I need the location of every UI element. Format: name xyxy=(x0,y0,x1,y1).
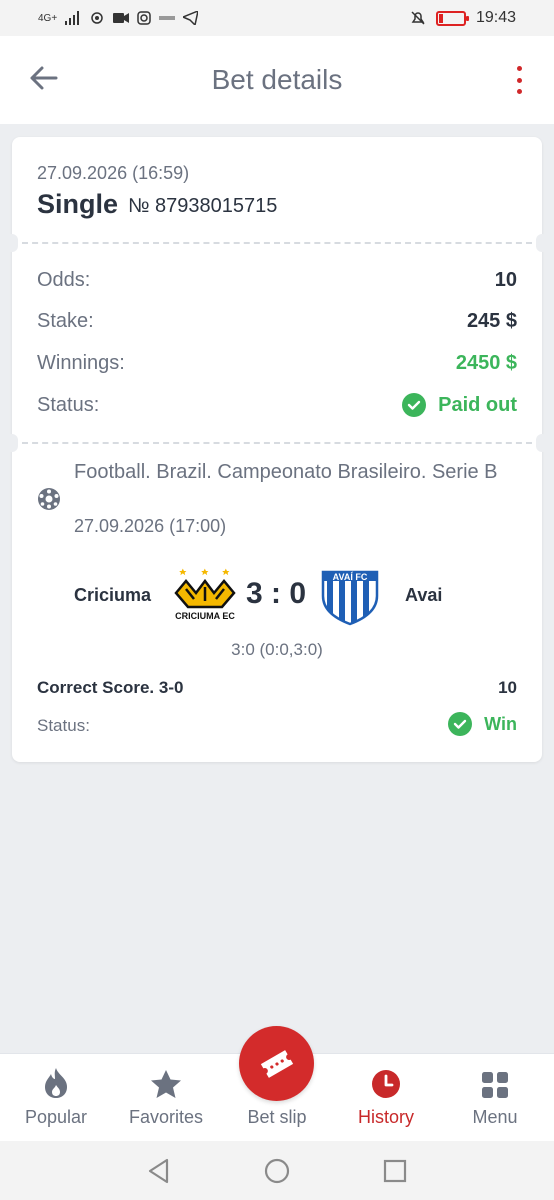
bet-status-row: Status: Paid out xyxy=(37,393,517,417)
more-dot-icon xyxy=(516,89,522,94)
grid-icon xyxy=(482,1072,508,1098)
more-dot-icon xyxy=(516,66,522,71)
event-datetime: 27.09.2026 (17:00) xyxy=(74,516,227,536)
more-dot-icon xyxy=(516,77,522,83)
nav-popular[interactable]: Popular xyxy=(1,1054,111,1142)
odds-value: 10 xyxy=(494,269,517,291)
mute-bell-icon xyxy=(411,11,425,25)
nav-popular-label: Popular xyxy=(24,1107,88,1127)
nav-bet-slip-label: Bet slip xyxy=(247,1107,307,1127)
winnings-row: Winnings: 2450 $ xyxy=(37,352,517,375)
stake-value: 245 $ xyxy=(466,310,517,332)
bet-status: Paid out xyxy=(402,393,517,417)
market-odds: 10 xyxy=(498,678,517,697)
ticket-notch-left xyxy=(6,434,18,452)
video-icon xyxy=(113,13,130,23)
bet-card: 27.09.2026 (16:59) Single № 87938015715 … xyxy=(6,137,548,762)
square-recents-icon xyxy=(383,1159,407,1183)
system-home-button[interactable] xyxy=(263,1157,291,1185)
divider xyxy=(22,242,532,244)
nav-favorites-label: Favorites xyxy=(128,1107,204,1127)
nav-menu[interactable]: Menu xyxy=(440,1054,550,1142)
system-nav-bar xyxy=(0,1141,554,1200)
status-icons-right: 19:43 xyxy=(410,9,516,27)
ticket-notch-right xyxy=(536,434,548,452)
avai-logo-icon: AVAÍ FC xyxy=(321,570,379,626)
status-icons-left: 4G+ xyxy=(38,10,199,26)
telegram-icon xyxy=(183,11,199,25)
triangle-back-icon xyxy=(148,1158,169,1184)
ticket-notch-right xyxy=(536,234,548,252)
bet-type: Single xyxy=(37,189,119,219)
nav-favorites[interactable]: Favorites xyxy=(111,1054,221,1142)
svg-text:AVAÍ FC: AVAÍ FC xyxy=(333,572,368,582)
svg-text:CRICIUMA EC: CRICIUMA EC xyxy=(175,611,235,621)
arrow-left-icon xyxy=(30,66,58,90)
match-score: 3 : 0 xyxy=(246,577,307,610)
winnings-label: Winnings: xyxy=(37,352,125,374)
status-bar: 4G+ 19:43 xyxy=(0,0,554,36)
zenit-icon xyxy=(159,16,176,20)
football-icon xyxy=(38,488,60,510)
app-header: Bet details xyxy=(0,36,554,124)
flame-icon xyxy=(45,1068,67,1098)
page-title: Bet details xyxy=(211,64,343,95)
battery-icon xyxy=(435,10,469,26)
selection-status: Win xyxy=(448,712,517,736)
divider xyxy=(22,442,532,444)
nav-history[interactable]: History xyxy=(331,1054,441,1142)
league-name: Football. Brazil. Campeonato Brasileiro.… xyxy=(74,461,498,483)
selection-status-value: Win xyxy=(484,713,517,734)
bet-status-label: Status: xyxy=(37,393,100,416)
home-team-name: Criciuma xyxy=(74,585,152,605)
away-team-name: Avai xyxy=(405,585,443,605)
check-circle-icon xyxy=(402,393,427,417)
bet-status-value: Paid out xyxy=(438,393,517,416)
stake-label: Stake: xyxy=(37,310,94,332)
bet-datetime: 27.09.2026 (16:59) xyxy=(37,163,190,183)
back-button[interactable] xyxy=(26,60,62,96)
clock-icon xyxy=(372,1070,400,1098)
system-back-button[interactable] xyxy=(145,1157,173,1185)
bet-slip-button[interactable] xyxy=(239,1026,314,1101)
star-icon xyxy=(151,1070,181,1098)
circle-home-icon xyxy=(264,1158,290,1184)
criciuma-logo-icon: CRICIUMA EC xyxy=(174,568,236,621)
network-type: 4G+ xyxy=(38,12,58,24)
more-options-button[interactable] xyxy=(514,66,524,94)
check-circle-icon xyxy=(448,712,473,736)
winnings-value: 2450 $ xyxy=(455,352,517,374)
bet-number: № 87938015715 xyxy=(128,195,278,217)
nav-menu-label: Menu xyxy=(472,1107,518,1127)
stake-row: Stake: 245 $ xyxy=(37,310,517,333)
system-recents-button[interactable] xyxy=(381,1157,409,1185)
hotspot-icon xyxy=(91,12,103,24)
clock-time: 19:43 xyxy=(475,9,516,26)
odds-row: Odds: 10 xyxy=(37,269,517,292)
instagram-icon xyxy=(137,11,151,25)
signal-icon xyxy=(65,11,80,25)
ticket-icon xyxy=(260,1049,293,1078)
nav-history-label: History xyxy=(357,1107,414,1127)
market-name: Correct Score. 3-0 xyxy=(37,678,184,697)
ticket-notch-left xyxy=(6,234,18,252)
selection-status-label: Status: xyxy=(37,716,90,735)
odds-label: Odds: xyxy=(37,269,91,291)
score-detail: 3:0 (0:0,3:0) xyxy=(231,640,323,659)
